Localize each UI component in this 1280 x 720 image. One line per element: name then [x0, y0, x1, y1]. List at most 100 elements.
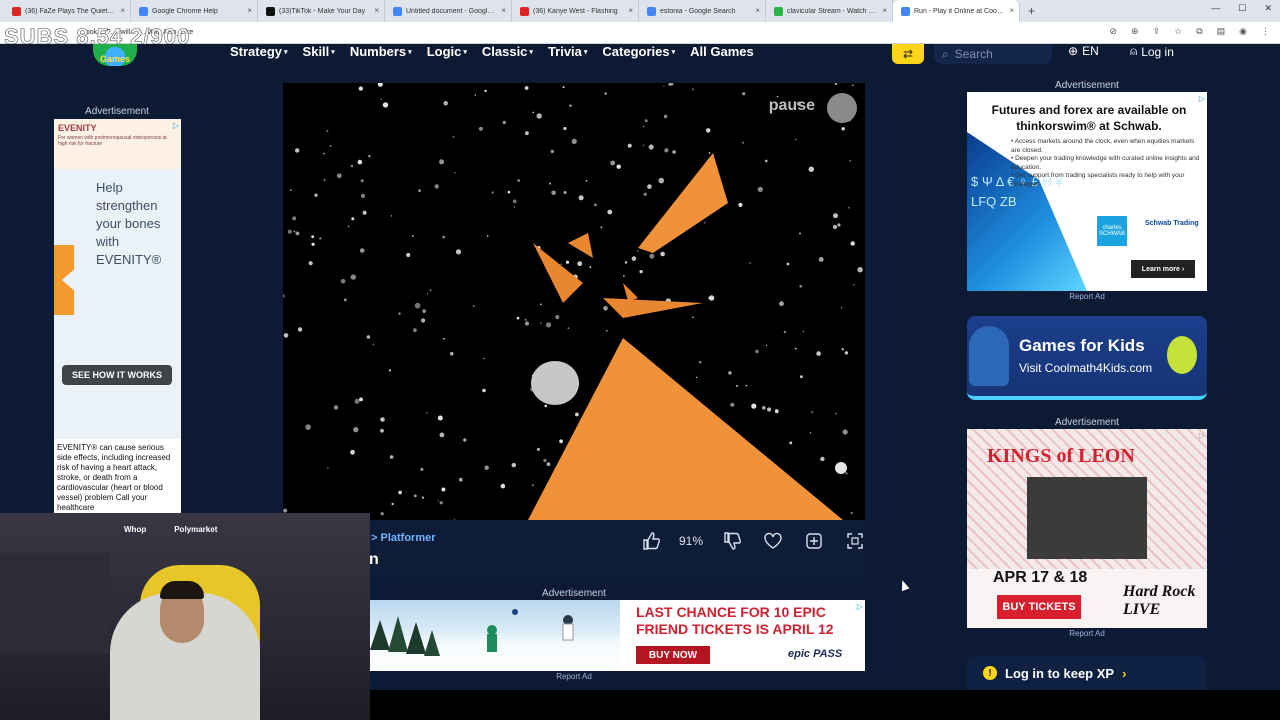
extensions-icon[interactable]: ⧉ — [1196, 26, 1202, 37]
eye-off-icon[interactable]: ⊘ — [1109, 26, 1117, 37]
pause-button[interactable] — [827, 93, 857, 123]
close-icon[interactable]: × — [1009, 6, 1014, 15]
zoom-icon[interactable]: ⊕ — [1131, 26, 1139, 37]
adchoices-icon[interactable]: ▷ — [1199, 94, 1205, 103]
star-dot — [644, 119, 648, 123]
star-dot — [532, 111, 534, 114]
google-favicon-icon — [647, 6, 656, 16]
chevron-down-icon: ▾ — [529, 48, 533, 56]
browser-tab[interactable]: (36) FaZe Plays The Quiet Place × — [4, 0, 131, 22]
bottom-bar — [370, 690, 1280, 720]
buy-tickets-button[interactable]: BUY TICKETS — [997, 595, 1081, 619]
search-input[interactable]: ⌕ Search — [934, 44, 1052, 64]
star-dot — [305, 424, 311, 430]
random-game-button[interactable]: ⇄ — [892, 44, 924, 64]
close-icon[interactable]: × — [628, 6, 633, 15]
ski-scene — [370, 609, 574, 656]
headline-line: FRIEND TICKETS IS APRIL 12 — [636, 621, 834, 637]
address-bar[interactable]: ...ook... /?... /will... / ...Will_Also_… — [0, 22, 1280, 44]
share-icon[interactable]: ⇪ — [1153, 26, 1161, 37]
new-tab-button[interactable]: + — [1020, 4, 1043, 18]
star-dot — [738, 202, 743, 207]
close-icon[interactable]: × — [120, 6, 125, 15]
adchoices-icon[interactable]: ▷ — [857, 602, 863, 611]
nav-item-categories[interactable]: Categories ▾ — [602, 44, 675, 59]
minimize-icon[interactable]: — — [1211, 3, 1220, 14]
thumbs-down-icon[interactable] — [719, 528, 744, 553]
schwab-ad[interactable]: $ Ψ Δ € ♀ £ H ¥ LFQ ZB Futures and forex… — [967, 92, 1207, 291]
nav-item-skill[interactable]: Skill ▾ — [303, 44, 335, 59]
nav-item-classic[interactable]: Classic ▾ — [482, 44, 533, 59]
evenity-ad[interactable]: EVENITY For women with postmenopausal os… — [54, 119, 181, 513]
browser-tab-active[interactable]: Run - Play it Online at Coolmath × — [893, 0, 1020, 22]
nav-item-logic[interactable]: Logic ▾ — [427, 44, 467, 59]
breadcrumb[interactable]: > Platformer — [371, 532, 436, 544]
pause-label[interactable]: pause — [769, 97, 815, 115]
nav-item-numbers[interactable]: Numbers ▾ — [350, 44, 412, 59]
buy-now-button[interactable]: BUY NOW — [636, 646, 710, 664]
star-dot — [295, 148, 300, 153]
star-dot — [833, 213, 838, 219]
add-to-playlist-icon[interactable] — [801, 528, 826, 553]
star-dot — [283, 508, 288, 513]
star-icon[interactable]: ☆ — [1174, 26, 1182, 37]
close-icon[interactable]: × — [501, 6, 506, 15]
browser-tab[interactable]: clavicular Stream - Watch Live × — [766, 0, 893, 22]
star-dot — [293, 230, 296, 233]
profile-icon[interactable]: ◉ — [1239, 26, 1247, 37]
learn-more-button[interactable]: Learn more › — [1131, 260, 1195, 278]
bullet-item: • Deepen your trading knowledge with cur… — [1011, 155, 1200, 171]
browser-tab[interactable]: estonia - Google Search × — [639, 0, 766, 22]
close-icon[interactable]: × — [755, 6, 760, 15]
login-keep-xp-button[interactable]: ! Log in to keep XP › — [967, 656, 1207, 690]
nav-item-trivia[interactable]: Trivia ▾ — [548, 44, 587, 59]
headline-line: Help — [96, 180, 123, 195]
site-logo[interactable]: Games — [93, 44, 137, 66]
maximize-icon[interactable]: ☐ — [1238, 3, 1246, 14]
game-canvas[interactable]: pause — [283, 83, 865, 520]
browser-tab[interactable]: (33)TikTok - Make Your Day × — [258, 0, 385, 22]
close-icon[interactable]: × — [374, 6, 379, 15]
star-dot — [808, 166, 814, 172]
login-button[interactable]: ⍝ Log in — [1130, 44, 1174, 59]
kings-of-leon-ad[interactable]: KINGS of LEON APR 17 & 18 BUY TICKETS Ha… — [967, 429, 1207, 628]
thumbs-up-icon[interactable] — [638, 528, 663, 553]
browser-tab[interactable]: Google Chrome Help × — [131, 0, 258, 22]
browser-tab[interactable]: (36) Kanye West - Flashing × — [512, 0, 639, 22]
star-dot — [660, 251, 665, 257]
globe-icon: ⊕ — [1068, 44, 1079, 58]
star-dot — [848, 207, 850, 209]
epic-pass-ad[interactable]: LAST CHANCE FOR 10 EPIC FRIEND TICKETS I… — [370, 600, 865, 671]
heart-icon[interactable] — [760, 528, 785, 553]
games-for-kids-banner[interactable]: Games for Kids Visit Coolmath4Kids.com — [967, 316, 1207, 400]
adchoices-icon[interactable]: ▷ — [1199, 431, 1205, 440]
close-window-icon[interactable]: ✕ — [1264, 3, 1272, 14]
star-dot — [418, 189, 421, 192]
nav-label: Strategy — [230, 44, 283, 59]
menu-icon[interactable]: ⋮ — [1261, 26, 1270, 37]
star-dot — [327, 467, 329, 469]
close-icon[interactable]: × — [247, 6, 252, 15]
browser-tab[interactable]: Untitled document - Google D × — [385, 0, 512, 22]
star-dot — [562, 86, 565, 89]
language-selector[interactable]: ⊕ EN — [1068, 44, 1099, 58]
nav-item-strategy[interactable]: Strategy ▾ — [230, 44, 288, 59]
fullscreen-icon[interactable] — [842, 528, 867, 553]
nav-item-all-games[interactable]: All Games — [690, 44, 754, 59]
star-dot — [478, 126, 483, 131]
report-ad-link[interactable]: Report Ad — [967, 292, 1207, 301]
star-dot — [389, 455, 394, 459]
report-ad-link[interactable]: Report Ad — [967, 629, 1207, 638]
runner-character — [531, 361, 579, 405]
adchoices-icon[interactable]: ▷ — [173, 121, 179, 130]
see-how-it-works-button[interactable]: SEE HOW IT WORKS — [62, 365, 172, 385]
star-dot — [809, 432, 812, 434]
game-actions: 91% — [638, 528, 867, 553]
star-dot — [326, 129, 329, 132]
sidebar-icon[interactable]: ▤ — [1217, 26, 1226, 37]
game-title: n — [369, 551, 379, 568]
tab-label: clavicular Stream - Watch Live — [787, 7, 878, 15]
report-ad-link[interactable]: Report Ad — [370, 672, 778, 681]
close-icon[interactable]: × — [882, 6, 887, 15]
star-dot — [647, 184, 652, 189]
